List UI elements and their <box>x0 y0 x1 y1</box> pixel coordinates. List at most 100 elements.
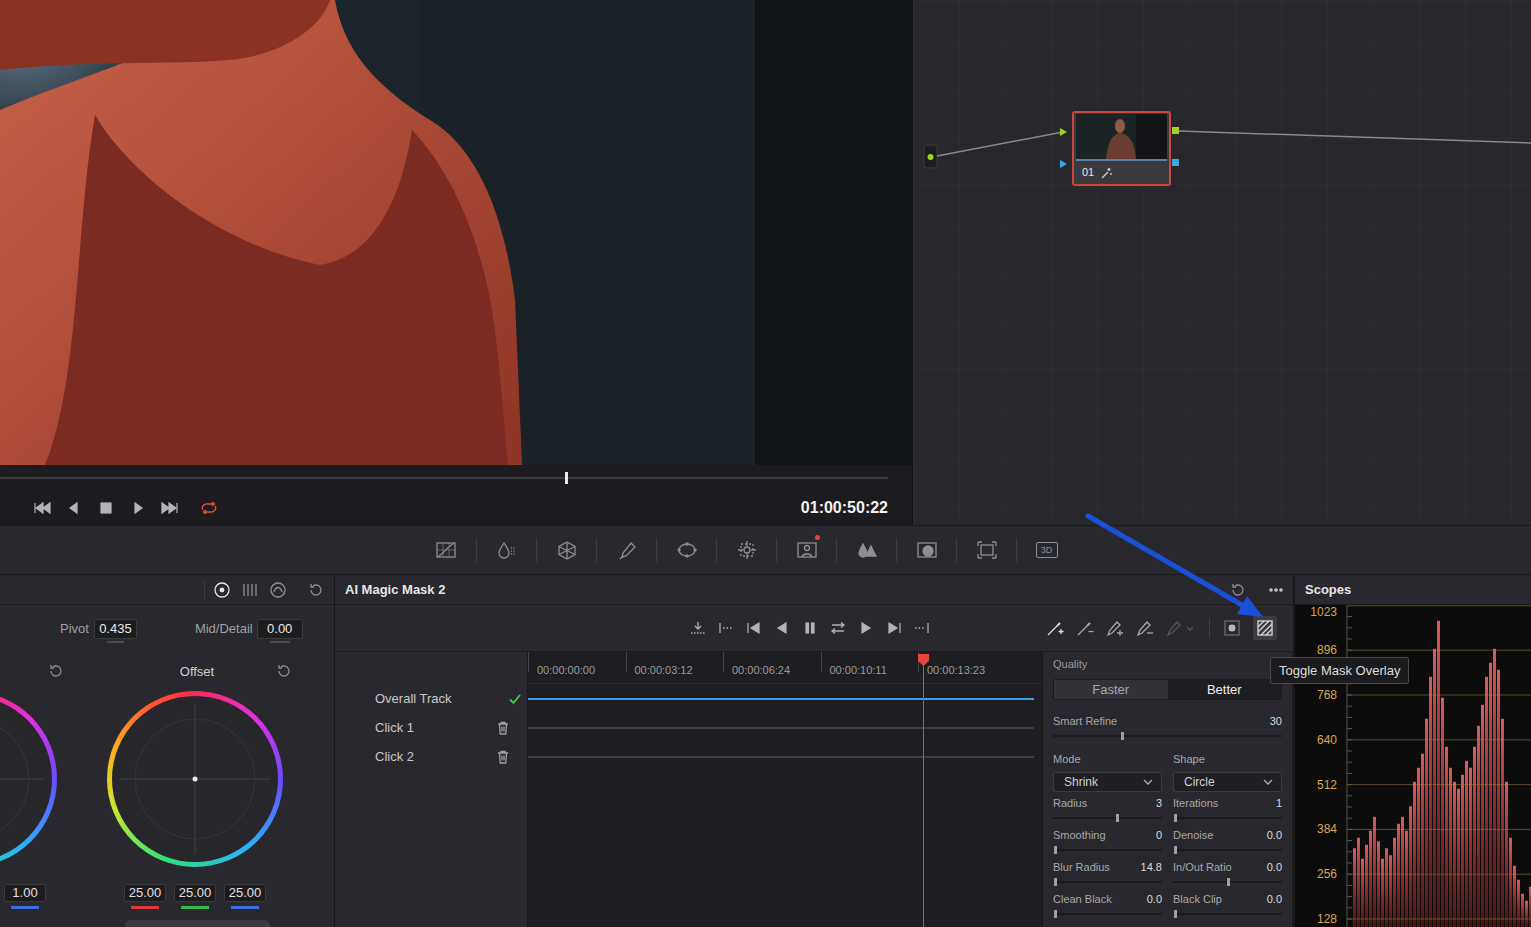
bars-icon[interactable] <box>240 581 260 599</box>
sizing-icon[interactable] <box>976 540 998 560</box>
pivot-field[interactable]: 0.435 <box>94 619 137 639</box>
wheel-value-field[interactable]: 25.00 <box>224 884 266 902</box>
wheels-icon[interactable] <box>212 581 232 599</box>
offset-wheel[interactable] <box>107 691 283 867</box>
slider-handle[interactable] <box>1054 910 1057 918</box>
slider-handle[interactable] <box>1054 878 1057 886</box>
track-to-end-icon[interactable] <box>885 621 903 635</box>
slider-row[interactable]: Iterations1 <box>1173 797 1282 829</box>
track-row[interactable]: Click 2 <box>335 742 527 771</box>
palette-tool[interactable] <box>956 538 1016 562</box>
eyedropper-icon[interactable] <box>616 540 638 560</box>
wheel-value-field[interactable]: 1.00 <box>4 884 46 902</box>
wheel-value-field[interactable]: 25.00 <box>124 884 166 902</box>
exclude-pen-icon[interactable] <box>1135 619 1155 637</box>
curves-icon[interactable] <box>435 540 457 560</box>
include-pen-icon[interactable] <box>1105 619 1125 637</box>
loop-icon[interactable] <box>199 501 219 515</box>
reset-icon[interactable] <box>48 663 64 679</box>
warper-icon[interactable] <box>556 540 578 560</box>
slider-value[interactable]: 0.0 <box>1267 829 1282 842</box>
play-icon[interactable] <box>128 501 148 515</box>
slider-row[interactable]: Smart Refine30 <box>1053 715 1282 737</box>
slider-handle[interactable] <box>1227 878 1230 886</box>
lift-wheel[interactable] <box>0 691 57 867</box>
slider-track[interactable] <box>1053 881 1162 883</box>
magic-mask-icon[interactable] <box>796 540 818 560</box>
dropdown[interactable]: Circle <box>1173 772 1282 792</box>
node-editor[interactable]: 01 <box>913 0 1531 525</box>
first-frame-icon[interactable] <box>32 501 52 515</box>
stop-icon[interactable] <box>96 501 116 515</box>
slider-row[interactable]: Denoise0.0 <box>1173 829 1282 861</box>
slider-track[interactable] <box>1173 849 1282 851</box>
mask-overlay-icon[interactable] <box>1253 616 1277 640</box>
slider-row[interactable]: Smoothing0 <box>1053 829 1162 861</box>
slider-track[interactable] <box>1173 881 1282 883</box>
3d-button[interactable]: 3D <box>1036 542 1058 558</box>
track-both-icon[interactable] <box>829 621 847 635</box>
track-backward-range-icon[interactable] <box>717 621 735 635</box>
wheel-value[interactable]: 1.00 <box>2 884 48 909</box>
pause-icon[interactable] <box>801 621 819 635</box>
previous-icon[interactable] <box>64 501 84 515</box>
wheel-center[interactable] <box>0 696 52 862</box>
slider-handle[interactable] <box>1174 910 1177 918</box>
slider-value[interactable]: 0 <box>1156 829 1162 842</box>
qualifier-icon[interactable] <box>496 540 518 560</box>
scrub-handle[interactable] <box>565 472 568 484</box>
reset-icon[interactable] <box>276 663 292 679</box>
track-reverse-icon[interactable] <box>773 621 791 635</box>
slider-handle[interactable] <box>1121 732 1124 740</box>
slider-track[interactable] <box>1053 913 1162 915</box>
track-to-start-icon[interactable] <box>745 621 763 635</box>
wheel-value[interactable]: 25.00 <box>220 884 270 909</box>
window-icon[interactable] <box>676 540 698 560</box>
quality-option[interactable]: Better <box>1168 680 1282 699</box>
scrubber[interactable] <box>0 465 912 491</box>
palette-tool[interactable] <box>836 538 896 562</box>
palette-tool[interactable] <box>596 538 656 562</box>
log-icon[interactable] <box>268 581 288 599</box>
slider-track[interactable] <box>1053 817 1162 819</box>
node[interactable]: 01 <box>1072 111 1171 186</box>
track-forward-icon[interactable] <box>857 621 875 635</box>
wheel-value[interactable]: 25.00 <box>170 884 220 909</box>
playhead-marker-icon[interactable] <box>918 654 929 666</box>
show-mask-icon[interactable] <box>1222 618 1242 638</box>
palette-tool[interactable] <box>896 538 956 562</box>
mid-detail-field[interactable]: 0.00 <box>257 619 303 639</box>
slider-row[interactable]: Clean Black0.0 <box>1053 893 1162 925</box>
master-wheel[interactable] <box>125 920 270 927</box>
wheel-value[interactable]: 25.00 <box>120 884 170 909</box>
palette-tool[interactable] <box>476 538 536 562</box>
exclude-wand-icon[interactable] <box>1075 619 1095 637</box>
key-icon[interactable] <box>916 540 938 560</box>
slider-handle[interactable] <box>1174 846 1177 854</box>
slider-track[interactable] <box>1173 913 1282 915</box>
track-in-icon[interactable] <box>689 621 707 635</box>
slider-handle[interactable] <box>1054 846 1057 854</box>
slider-track[interactable] <box>1173 817 1282 819</box>
scrub-track[interactable] <box>0 477 888 479</box>
dropdown[interactable]: Shrink <box>1053 772 1162 792</box>
include-wand-icon[interactable] <box>1045 619 1065 637</box>
reset-icon[interactable] <box>1230 582 1246 598</box>
dropdown-value[interactable]: Circle <box>1184 775 1215 789</box>
palette-tool[interactable] <box>716 538 776 562</box>
slider-track[interactable] <box>1053 735 1282 737</box>
slider-value[interactable]: 14.8 <box>1141 861 1162 874</box>
pivot-field-value[interactable]: 0.435 <box>99 621 132 637</box>
slider-value[interactable]: 1 <box>1276 797 1282 810</box>
slider-track[interactable] <box>1053 849 1162 851</box>
wheel-center[interactable] <box>112 696 278 862</box>
quality-option[interactable]: Faster <box>1054 680 1168 699</box>
track-row[interactable]: Click 1 <box>335 713 527 742</box>
mask-timeline[interactable]: 00:00:00:0000:00:03:1200:00:06:2400:00:1… <box>528 652 1042 927</box>
slider-value[interactable]: 0.0 <box>1147 893 1162 906</box>
track-row[interactable]: Overall Track <box>335 684 527 713</box>
reset-icon[interactable] <box>306 581 326 599</box>
slider-value[interactable]: 30 <box>1270 715 1282 728</box>
trash-icon[interactable] <box>497 721 509 735</box>
slider-value[interactable]: 0.0 <box>1267 893 1282 906</box>
